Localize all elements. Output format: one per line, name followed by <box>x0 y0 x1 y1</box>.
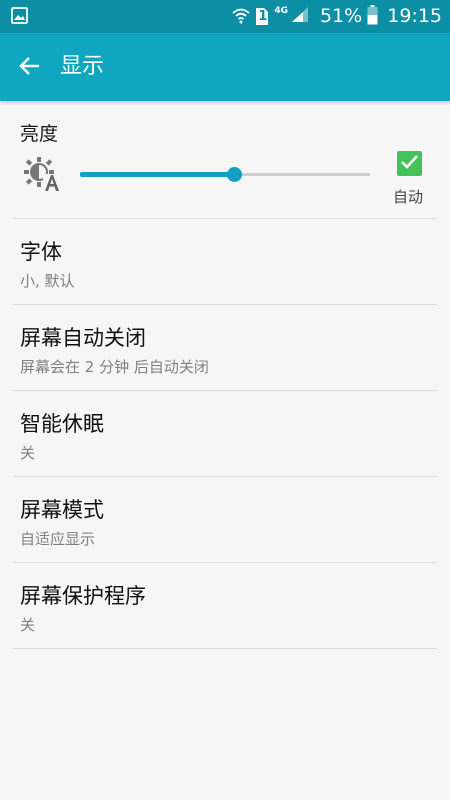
item-title: 智能休眠 <box>20 412 104 436</box>
auto-brightness-icon <box>24 157 60 197</box>
item-subtitle: 自适应显示 <box>20 530 96 548</box>
sim-slot-label: 1 <box>258 9 268 24</box>
app-bar: 显示 <box>0 33 450 101</box>
item-title: 屏幕自动关闭 <box>20 326 146 350</box>
back-arrow-icon <box>18 54 42 82</box>
setting-screen-timeout[interactable]: 屏幕自动关闭 屏幕会在 2 分钟 后自动关闭 <box>13 305 437 391</box>
item-subtitle: 小, 默认 <box>20 272 75 290</box>
clock: 19:15 <box>387 5 442 27</box>
back-button[interactable] <box>14 52 46 84</box>
signal-icon <box>291 6 309 27</box>
settings-list: 亮度 自动 字体 小, 默认 屏幕自动关闭 屏幕会在 2 分钟 后自动关闭 智能… <box>0 101 450 649</box>
page-title: 显示 <box>60 54 105 79</box>
setting-screensaver[interactable]: 屏幕保护程序 关 <box>13 563 437 649</box>
image-notification-icon <box>11 7 28 28</box>
battery-icon <box>367 4 378 29</box>
battery-percent: 51% <box>320 5 363 27</box>
auto-brightness-label: 自动 <box>393 188 424 206</box>
wifi-icon <box>232 6 250 28</box>
sim-card-icon: 1 <box>255 7 269 26</box>
status-bar: 1 4G 51% 19:15 <box>0 0 450 33</box>
slider-thumb[interactable] <box>226 167 242 182</box>
setting-font[interactable]: 字体 小, 默认 <box>13 219 437 305</box>
item-title: 屏幕模式 <box>20 498 104 522</box>
check-icon <box>400 152 419 175</box>
item-title: 字体 <box>20 240 62 264</box>
item-subtitle: 关 <box>20 444 36 462</box>
item-subtitle: 关 <box>20 616 36 634</box>
setting-smart-stay[interactable]: 智能休眠 关 <box>13 391 437 477</box>
auto-brightness-checkbox[interactable] <box>397 151 422 176</box>
brightness-title: 亮度 <box>20 123 59 145</box>
brightness-slider[interactable] <box>80 163 370 187</box>
setting-screen-mode[interactable]: 屏幕模式 自适应显示 <box>13 477 437 563</box>
slider-fill <box>80 172 234 177</box>
item-title: 屏幕保护程序 <box>20 584 146 608</box>
network-type-label: 4G <box>274 5 288 16</box>
item-subtitle: 屏幕会在 2 分钟 后自动关闭 <box>20 358 209 376</box>
brightness-section: 亮度 自动 <box>13 101 437 219</box>
